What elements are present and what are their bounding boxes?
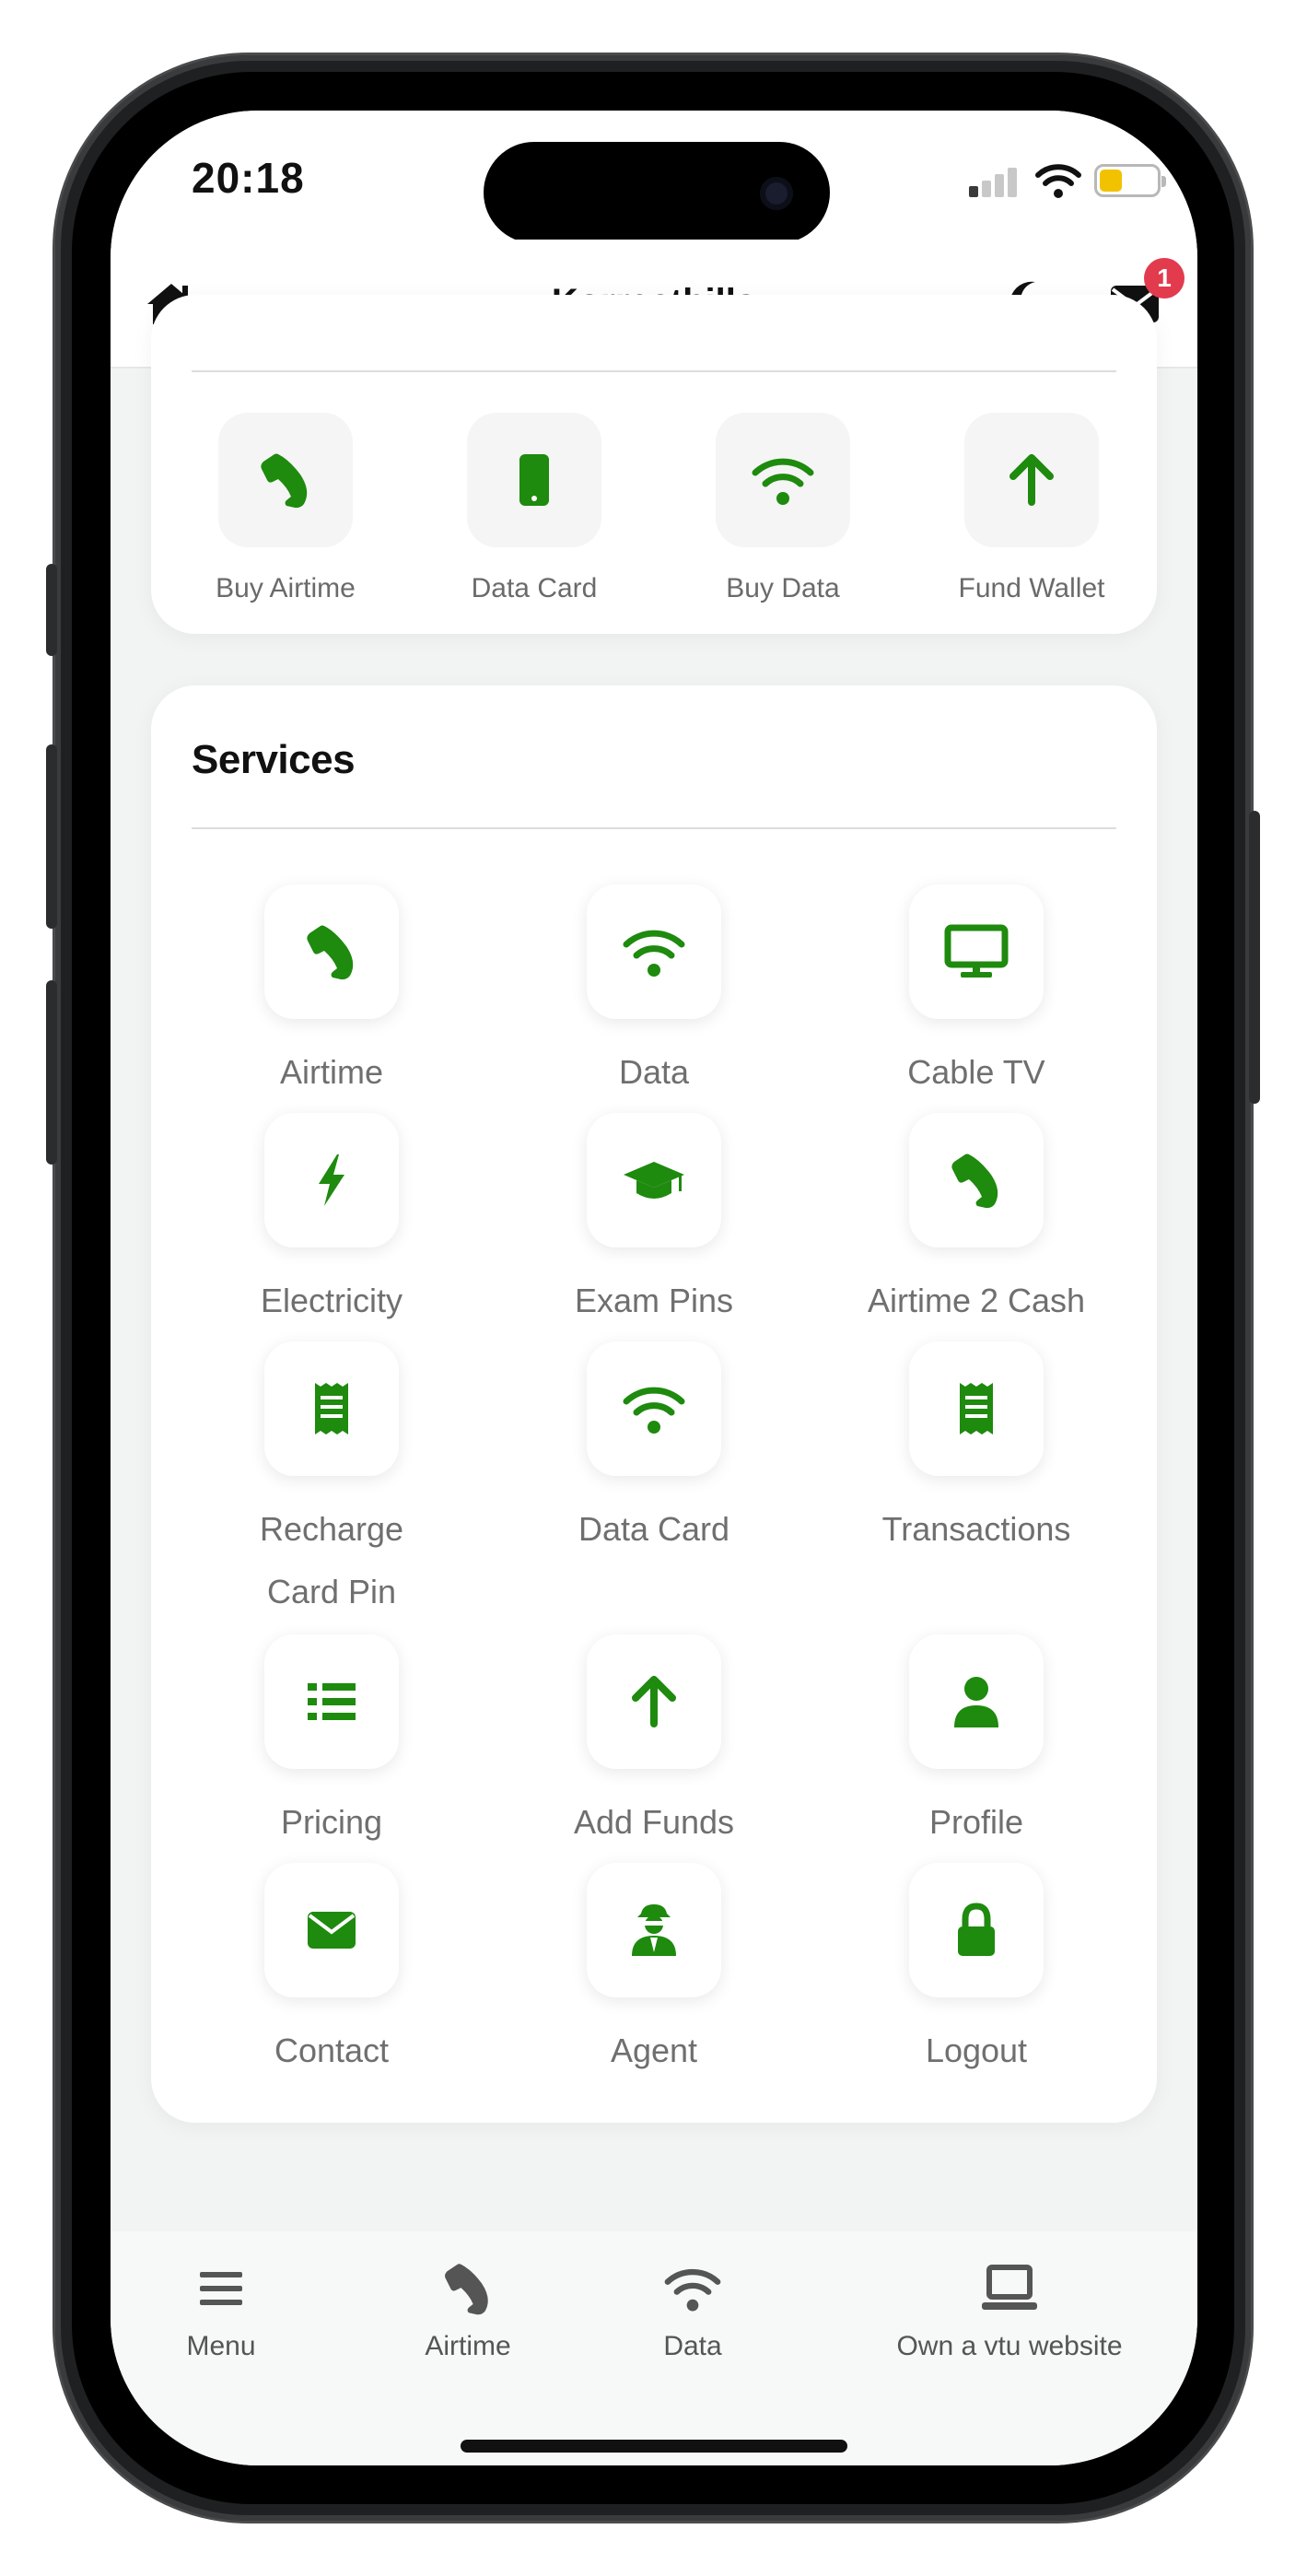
nav-airtime[interactable]: Airtime — [403, 2259, 532, 2362]
phone-icon — [951, 1153, 998, 1209]
service-exam-pins[interactable]: Exam Pins — [507, 1113, 801, 1332]
service-label: Logout — [925, 2032, 1028, 2069]
quick-action-data-card[interactable]: Data Card — [433, 413, 636, 604]
section-title: Services — [192, 737, 356, 782]
status-bar: 20:18 — [111, 111, 1197, 243]
camera-icon — [760, 177, 793, 210]
service-data[interactable]: Data — [507, 884, 801, 1104]
service-label: Exam Pins — [574, 1282, 734, 1319]
envelope-icon — [308, 1912, 356, 1949]
service-recharge-card-pin[interactable]: Recharge Card Pin — [184, 1341, 479, 1623]
service-cable-tv[interactable]: Cable TV — [829, 884, 1124, 1104]
quick-action-fund-wallet[interactable]: Fund Wallet — [930, 413, 1133, 604]
wifi-icon — [752, 458, 814, 505]
service-data-card[interactable]: Data Card — [507, 1341, 801, 1561]
nav-menu[interactable]: Menu — [166, 2259, 276, 2362]
service-label: Data — [618, 1053, 690, 1091]
user-icon — [954, 1677, 998, 1727]
bolt-icon — [319, 1154, 344, 1206]
service-label: Data Card — [578, 1510, 730, 1548]
receipt-icon — [315, 1383, 348, 1434]
bottom-nav: Menu Airtime Data Own a vtu website — [111, 2231, 1197, 2465]
service-pricing[interactable]: Pricing — [184, 1634, 479, 1854]
volume-down-button — [46, 980, 57, 1165]
arrow-up-icon — [632, 1676, 676, 1727]
service-logout[interactable]: Logout — [829, 1863, 1124, 2082]
action-button — [46, 564, 57, 656]
nav-label: Own a vtu website — [896, 2331, 1123, 2361]
screen: 20:18 Korrectbills 1 — [111, 111, 1197, 2465]
nav-label: Menu — [186, 2331, 256, 2361]
nav-label: Data — [663, 2331, 722, 2361]
power-button — [1249, 811, 1260, 1104]
wifi-icon — [623, 1387, 685, 1434]
service-add-funds[interactable]: Add Funds — [507, 1634, 801, 1854]
divider — [192, 827, 1116, 829]
phone-icon — [445, 2264, 488, 2315]
arrow-up-icon — [1009, 454, 1054, 506]
quick-actions-card: Buy Airtime Data Card Buy Data Fund Wall… — [151, 295, 1157, 634]
service-label: Add Funds — [573, 1803, 735, 1841]
service-label: Recharge Card Pin — [259, 1510, 404, 1610]
service-label: Agent — [610, 2032, 698, 2069]
nav-label: Airtime — [425, 2331, 511, 2361]
notification-badge: 1 — [1144, 258, 1184, 299]
quick-action-label: Buy Airtime — [216, 573, 356, 603]
service-contact[interactable]: Contact — [184, 1863, 479, 2082]
phone-icon — [261, 453, 308, 509]
receipt-icon — [960, 1383, 993, 1434]
services-card: Services Airtime Data Cable TV Electrici… — [151, 685, 1157, 2123]
battery-level — [1100, 170, 1122, 192]
quick-action-buy-data[interactable]: Buy Data — [682, 413, 884, 604]
mobile-icon — [519, 454, 549, 506]
quick-action-label: Data Card — [471, 573, 598, 603]
lock-icon — [958, 1903, 995, 1956]
service-profile[interactable]: Profile — [829, 1634, 1124, 1854]
service-label: Electricity — [260, 1282, 403, 1319]
list-icon — [308, 1683, 356, 1720]
service-label: Cable TV — [907, 1053, 1045, 1091]
service-label: Pricing — [280, 1803, 383, 1841]
wifi-icon — [664, 2268, 721, 2312]
service-electricity[interactable]: Electricity — [184, 1113, 479, 1332]
service-label: Transactions — [881, 1510, 1071, 1548]
service-airtime[interactable]: Airtime — [184, 884, 479, 1104]
wifi-icon — [623, 930, 685, 977]
service-agent[interactable]: Agent — [507, 1863, 801, 2082]
service-airtime-2-cash[interactable]: Airtime 2 Cash — [829, 1113, 1124, 1332]
service-label: Airtime 2 Cash — [867, 1282, 1086, 1319]
laptop-icon — [982, 2265, 1037, 2310]
menu-icon — [200, 2272, 242, 2305]
phone-icon — [307, 925, 354, 980]
status-time: 20:18 — [192, 154, 305, 202]
quick-action-buy-airtime[interactable]: Buy Airtime — [184, 413, 387, 604]
quick-action-label: Buy Data — [726, 573, 840, 603]
nav-data[interactable]: Data — [637, 2259, 748, 2362]
nav-own-vtu-website[interactable]: Own a vtu website — [871, 2259, 1148, 2362]
service-label: Contact — [274, 2032, 390, 2069]
signal-icon — [969, 166, 1019, 197]
service-label: Profile — [928, 1803, 1024, 1841]
home-indicator[interactable] — [461, 2440, 847, 2453]
tv-icon — [944, 924, 1009, 978]
wifi-status-icon — [1035, 162, 1081, 199]
graduation-cap-icon — [624, 1162, 684, 1199]
service-transactions[interactable]: Transactions — [829, 1341, 1124, 1561]
volume-up-button — [46, 744, 57, 929]
battery-icon — [1094, 164, 1166, 197]
dynamic-island — [484, 142, 830, 243]
divider — [192, 370, 1116, 372]
agent-icon — [632, 1904, 676, 1956]
service-label: Airtime — [279, 1053, 383, 1091]
quick-action-label: Fund Wallet — [958, 573, 1105, 603]
